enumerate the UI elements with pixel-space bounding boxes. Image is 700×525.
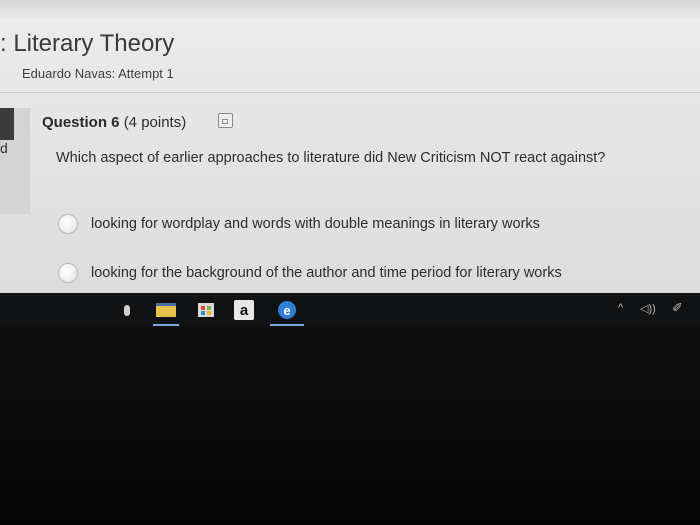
question-nav-active-marker xyxy=(0,108,14,140)
attempt-info: Eduardo Navas: Attempt 1 xyxy=(22,66,174,81)
question-text: Which aspect of earlier approaches to li… xyxy=(56,150,606,166)
question-title: Question 6 xyxy=(42,114,120,131)
answer-option-2[interactable]: looking for the background of the author… xyxy=(58,261,562,285)
radio-button[interactable] xyxy=(58,263,78,283)
pen-icon[interactable]: ✐ xyxy=(672,300,683,316)
header-divider xyxy=(0,92,700,93)
radio-button[interactable] xyxy=(58,214,78,234)
windows-taskbar: a e ^ ◁)) ✐ xyxy=(0,293,700,327)
save-icon[interactable] xyxy=(218,113,233,128)
page-title: : Literary Theory xyxy=(0,30,175,57)
amazon-icon[interactable]: a xyxy=(232,299,256,321)
microphone-icon[interactable] xyxy=(119,299,135,321)
browser-top-strip xyxy=(0,0,700,18)
question-nav-label: d xyxy=(0,140,8,156)
answer-option-label: looking for wordplay and words with doub… xyxy=(91,216,540,232)
answer-option-1[interactable]: looking for wordplay and words with doub… xyxy=(58,212,540,236)
tray-chevron-icon[interactable]: ^ xyxy=(618,302,623,314)
quiz-page: : Literary Theory Eduardo Navas: Attempt… xyxy=(0,0,700,293)
edge-icon[interactable]: e xyxy=(270,299,304,326)
volume-icon[interactable]: ◁)) xyxy=(640,302,656,315)
question-header: Question 6 (4 points) xyxy=(42,114,186,131)
file-explorer-icon[interactable] xyxy=(153,299,179,326)
question-points: (4 points) xyxy=(123,114,187,131)
answer-option-label: looking for the background of the author… xyxy=(91,265,562,281)
dark-bezel xyxy=(0,327,700,525)
store-icon[interactable] xyxy=(195,299,217,321)
